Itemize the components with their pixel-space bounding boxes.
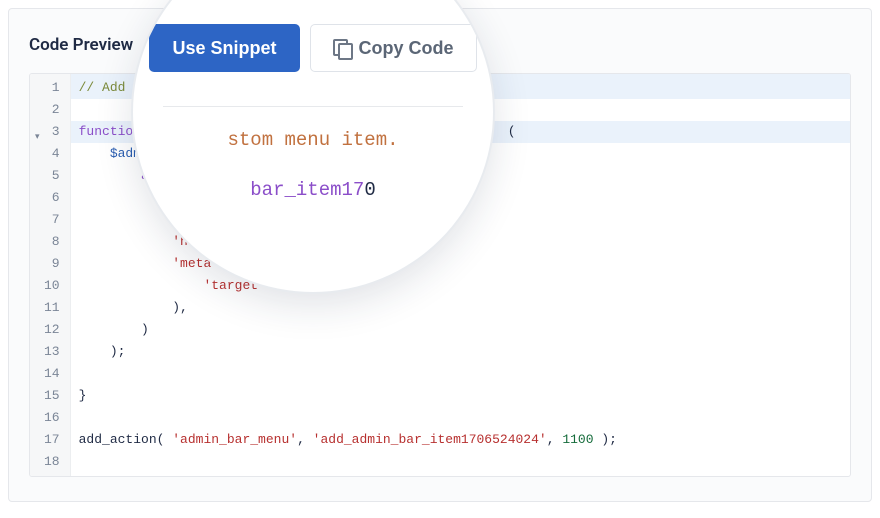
token-number: 1100 — [562, 432, 593, 447]
copy-icon — [333, 39, 351, 57]
gutter-line: 9 — [30, 253, 70, 275]
gutter-line: 6 — [30, 187, 70, 209]
token-punc: , — [547, 432, 563, 447]
token-plain — [79, 344, 110, 359]
gutter-line: 13 — [30, 341, 70, 363]
code-line[interactable] — [71, 451, 850, 473]
code-line[interactable]: 'meta' => array( — [71, 253, 850, 275]
gutter-line: 16 — [30, 407, 70, 429]
token-plain — [79, 146, 110, 161]
token-plain — [79, 234, 173, 249]
token-punc: , — [297, 432, 313, 447]
token-punc: ) — [141, 322, 149, 337]
gutter-line: 5 — [30, 165, 70, 187]
token-punc: ), — [172, 300, 188, 315]
token-punc: ); — [594, 432, 617, 447]
code-line[interactable] — [71, 407, 850, 429]
token-punc: ( — [157, 432, 173, 447]
gutter-line: 8 — [30, 231, 70, 253]
token-plain — [79, 278, 204, 293]
panel-title: Code Preview — [29, 35, 133, 55]
token-plain — [79, 322, 141, 337]
token-func: add_action — [79, 432, 157, 447]
code-line[interactable]: ), — [71, 297, 850, 319]
code-line[interactable]: ) — [71, 319, 850, 341]
gutter-line: 2 — [30, 99, 70, 121]
zoom-id-fragment: bar_item170 — [250, 179, 375, 201]
code-line[interactable] — [71, 363, 850, 385]
gutter-line: 11 — [30, 297, 70, 319]
gutter-line: 10 — [30, 275, 70, 297]
token-plain — [79, 300, 173, 315]
gutter-line: 15 — [30, 385, 70, 407]
gutter-line: 3▾ — [30, 121, 70, 143]
gutter-line: 12 — [30, 319, 70, 341]
gutter-line: 14 — [30, 363, 70, 385]
line-gutter: 123▾456789101112131415161718 — [30, 74, 71, 476]
code-line[interactable]: 'target' => '', — [71, 275, 850, 297]
token-plain — [79, 256, 173, 271]
gutter-line: 7 — [30, 209, 70, 231]
use-snippet-button[interactable]: Use Snippet — [149, 24, 299, 72]
token-punc: } — [79, 388, 87, 403]
gutter-line: 1 — [30, 74, 70, 99]
token-punc: ); — [110, 344, 126, 359]
zoom-divider — [163, 106, 463, 107]
code-line[interactable]: } — [71, 385, 850, 407]
code-line[interactable]: add_action( 'admin_bar_menu', 'add_admin… — [71, 429, 850, 451]
zoom-comment-fragment: stom menu item. — [227, 129, 398, 151]
token-plain — [79, 212, 173, 227]
copy-code-label: Copy Code — [359, 38, 454, 59]
token-string: 'add_admin_bar_item1706524024' — [313, 432, 547, 447]
code-line[interactable]: ); — [71, 341, 850, 363]
token-punc: ( — [508, 124, 516, 139]
token-string: 'admin_bar_menu' — [172, 432, 297, 447]
gutter-line: 17 — [30, 429, 70, 451]
copy-code-button[interactable]: Copy Code — [310, 24, 477, 72]
gutter-line: 18 — [30, 451, 70, 473]
token-plain — [79, 168, 141, 183]
use-snippet-label: Use Snippet — [172, 38, 276, 59]
gutter-line: 4 — [30, 143, 70, 165]
